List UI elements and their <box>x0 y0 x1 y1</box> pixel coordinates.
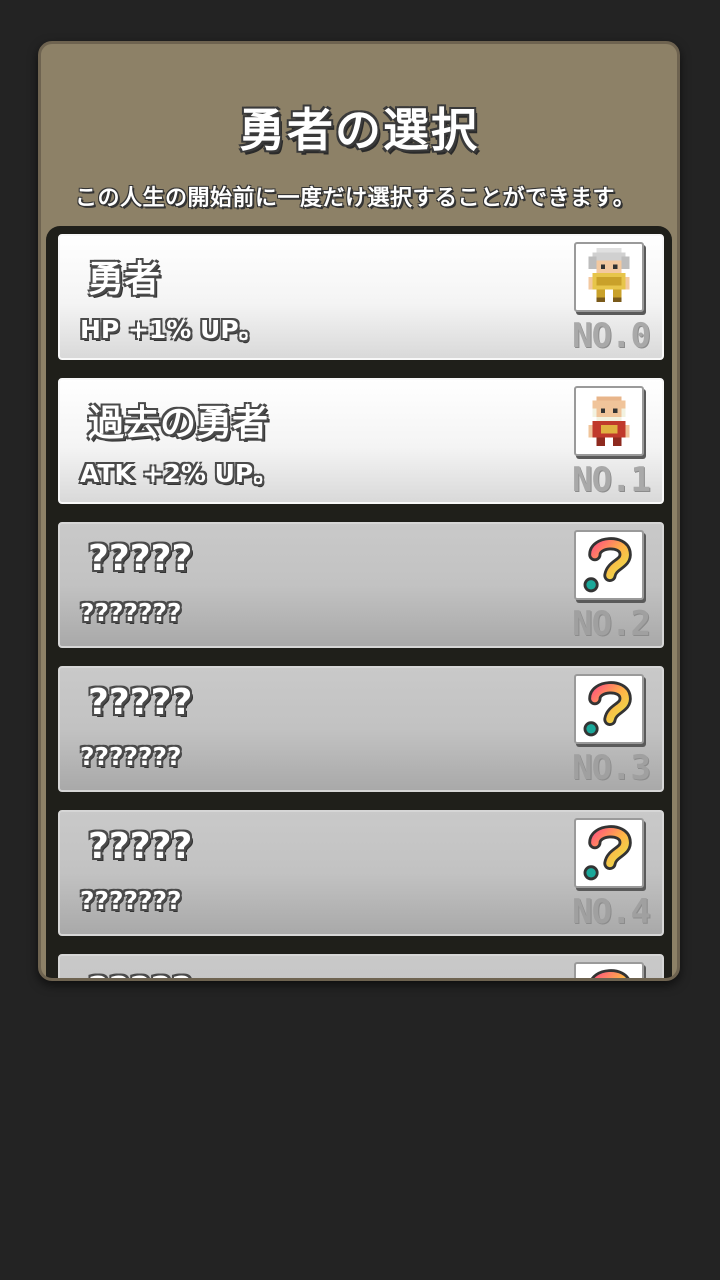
question-mark-icon <box>574 818 644 888</box>
hero-select-screen: 勇者の選択 この人生の開始前に一度だけ選択することができます。 勇者 HP +1… <box>0 0 720 1280</box>
hero-description: ATK +2% UP。 <box>80 459 279 488</box>
hero-name: ????? <box>88 538 193 579</box>
hero-name: ????? <box>88 682 193 723</box>
hero-number: NO.2 <box>572 604 651 644</box>
hero-card-5[interactable]: ????? <box>58 954 664 978</box>
question-mark-icon <box>574 962 644 978</box>
hero-card-3[interactable]: ????? ??????? NO.3 <box>58 666 664 792</box>
panel-subtitle: この人生の開始前に一度だけ選択することができます。 <box>75 186 636 211</box>
bald-elder-hero-icon <box>574 386 644 456</box>
hero-number: NO.1 <box>572 460 651 500</box>
hero-select-panel: 勇者の選択 この人生の開始前に一度だけ選択することができます。 勇者 HP +1… <box>38 41 680 981</box>
hero-name: ????? <box>88 826 193 867</box>
hero-description: ??????? <box>80 886 182 915</box>
hero-card-4[interactable]: ????? ??????? NO.4 <box>58 810 664 936</box>
hero-number: NO.4 <box>572 892 651 932</box>
hero-description: ??????? <box>80 742 182 771</box>
hero-description: HP +1% UP。 <box>80 315 264 344</box>
hero-name: 過去の勇者 <box>88 403 269 444</box>
hero-card-2[interactable]: ????? ??????? NO.2 <box>58 522 664 648</box>
panel-title: 勇者の選択 <box>239 103 479 157</box>
question-mark-icon <box>574 674 644 744</box>
question-mark-icon <box>574 530 644 600</box>
hero-description: ??????? <box>80 598 182 627</box>
hero-name: 勇者 <box>88 259 161 300</box>
white-haired-hero-icon <box>574 242 644 312</box>
hero-name: ????? <box>88 970 192 978</box>
hero-card-0[interactable]: 勇者 HP +1% UP。 NO.0 <box>58 234 664 360</box>
hero-number: NO.0 <box>572 316 651 356</box>
hero-list[interactable]: 勇者 HP +1% UP。 NO.0 過去の勇者 ATK +2% UP。 NO.… <box>46 226 672 978</box>
hero-card-1[interactable]: 過去の勇者 ATK +2% UP。 NO.1 <box>58 378 664 504</box>
hero-number: NO.3 <box>572 748 651 788</box>
